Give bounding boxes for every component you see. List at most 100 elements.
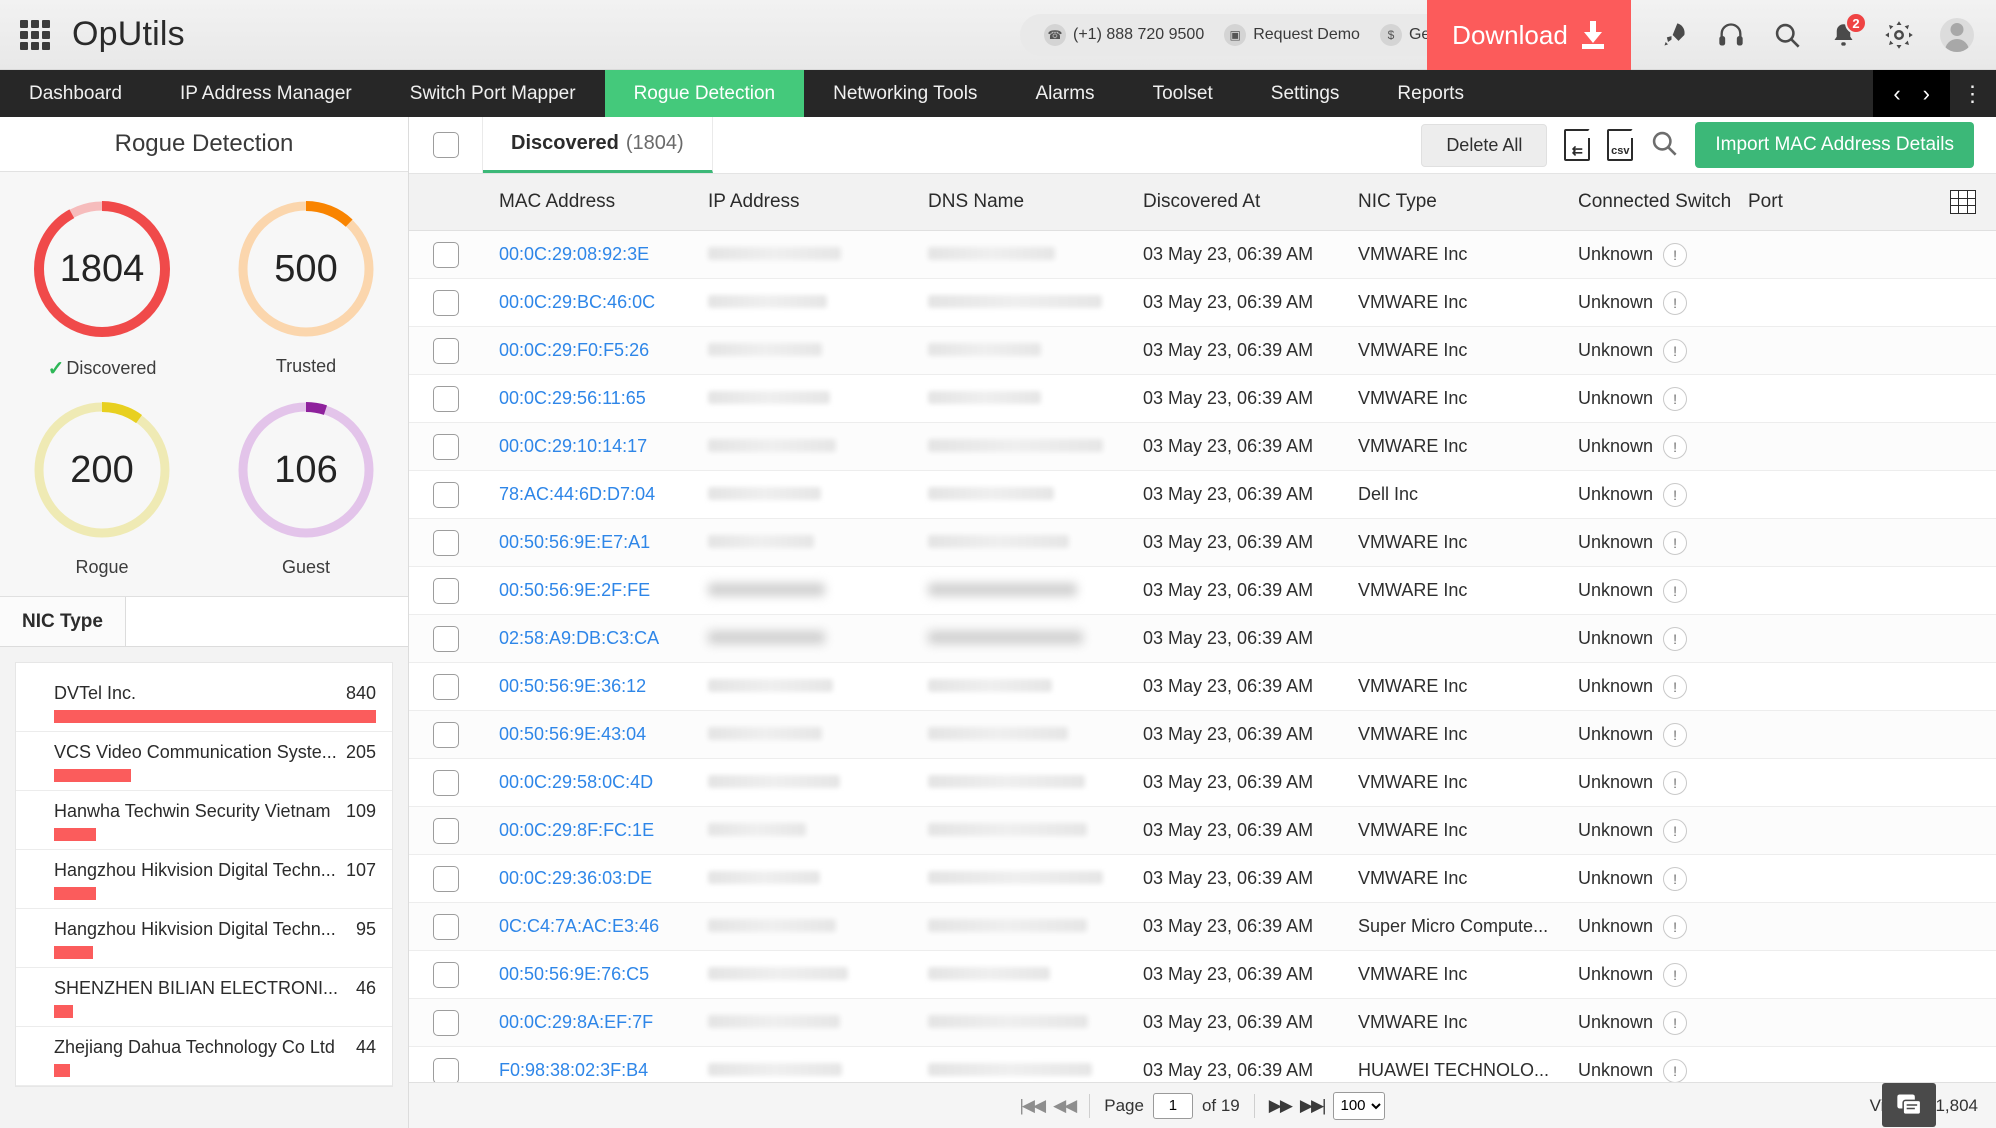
- table-row[interactable]: 78:AC:44:6D:D7:0403 May 23, 06:39 AMDell…: [409, 471, 1996, 519]
- cell-mac-address[interactable]: 00:50:56:9E:36:12: [483, 676, 698, 697]
- column-header-dns-name[interactable]: DNS Name: [918, 191, 1133, 213]
- tab-discovered[interactable]: Discovered (1804): [483, 117, 713, 173]
- nav-item-toolset[interactable]: Toolset: [1124, 70, 1242, 117]
- table-row[interactable]: 00:50:56:9E:43:0403 May 23, 06:39 AMVMWA…: [409, 711, 1996, 759]
- row-checkbox[interactable]: [433, 866, 459, 892]
- row-checkbox[interactable]: [433, 338, 459, 364]
- cell-mac-address[interactable]: 00:0C:29:56:11:65: [483, 388, 698, 409]
- donut-card-rogue[interactable]: 200Rogue: [0, 395, 204, 578]
- import-mac-address-details-button[interactable]: Import MAC Address Details: [1695, 122, 1974, 168]
- select-all-checkbox[interactable]: [433, 132, 459, 158]
- warning-icon[interactable]: !: [1663, 435, 1687, 459]
- nic-type-list-item[interactable]: Zhejiang Dahua Technology Co Ltd44: [16, 1027, 392, 1086]
- warning-icon[interactable]: !: [1663, 579, 1687, 603]
- cell-mac-address[interactable]: F0:98:38:02:3F:B4: [483, 1060, 698, 1081]
- nav-item-dashboard[interactable]: Dashboard: [0, 70, 151, 117]
- rocket-icon[interactable]: [1660, 20, 1690, 50]
- column-header-nic-type[interactable]: NIC Type: [1348, 191, 1568, 213]
- cell-mac-address[interactable]: 02:58:A9:DB:C3:CA: [483, 628, 698, 649]
- row-checkbox[interactable]: [433, 482, 459, 508]
- warning-icon[interactable]: !: [1663, 819, 1687, 843]
- nic-type-list-item[interactable]: DVTel Inc.840: [16, 663, 392, 732]
- row-checkbox[interactable]: [433, 818, 459, 844]
- nic-type-list-item[interactable]: Hangzhou Hikvision Digital Techn...107: [16, 850, 392, 909]
- warning-icon[interactable]: !: [1663, 915, 1687, 939]
- cell-mac-address[interactable]: 0C:C4:7A:AC:E3:46: [483, 916, 698, 937]
- table-row[interactable]: 00:0C:29:F0:F5:2603 May 23, 06:39 AMVMWA…: [409, 327, 1996, 375]
- warning-icon[interactable]: !: [1663, 627, 1687, 651]
- warning-icon[interactable]: !: [1663, 339, 1687, 363]
- request-demo[interactable]: ▣ Request Demo: [1218, 24, 1366, 46]
- table-row[interactable]: 00:0C:29:58:0C:4D03 May 23, 06:39 AMVMWA…: [409, 759, 1996, 807]
- donut-card-trusted[interactable]: 500Trusted: [204, 194, 408, 381]
- warning-icon[interactable]: !: [1663, 243, 1687, 267]
- warning-icon[interactable]: !: [1663, 963, 1687, 987]
- warning-icon[interactable]: !: [1663, 1059, 1687, 1083]
- cell-mac-address[interactable]: 00:0C:29:BC:46:0C: [483, 292, 698, 313]
- warning-icon[interactable]: !: [1663, 531, 1687, 555]
- warning-icon[interactable]: !: [1663, 1011, 1687, 1035]
- nic-type-list-item[interactable]: SHENZHEN BILIAN ELECTRONI...46: [16, 968, 392, 1027]
- warning-icon[interactable]: !: [1663, 291, 1687, 315]
- nav-item-alarms[interactable]: Alarms: [1006, 70, 1123, 117]
- cell-mac-address[interactable]: 00:0C:29:08:92:3E: [483, 244, 698, 265]
- cell-mac-address[interactable]: 00:0C:29:10:14:17: [483, 436, 698, 457]
- warning-icon[interactable]: !: [1663, 483, 1687, 507]
- nav-item-reports[interactable]: Reports: [1368, 70, 1493, 117]
- delete-all-button[interactable]: Delete All: [1421, 124, 1547, 167]
- row-checkbox[interactable]: [433, 626, 459, 652]
- table-row[interactable]: 00:50:56:9E:76:C503 May 23, 06:39 AMVMWA…: [409, 951, 1996, 999]
- nav-item-rogue-detection[interactable]: Rogue Detection: [605, 70, 805, 117]
- nav-item-ip-address-manager[interactable]: IP Address Manager: [151, 70, 381, 117]
- column-header-ip-address[interactable]: IP Address: [698, 191, 918, 213]
- search-icon[interactable]: [1772, 20, 1802, 50]
- table-row[interactable]: 02:58:A9:DB:C3:CA03 May 23, 06:39 AMUnkn…: [409, 615, 1996, 663]
- chat-icon[interactable]: [1882, 1083, 1936, 1127]
- nav-item-networking-tools[interactable]: Networking Tools: [804, 70, 1006, 117]
- cell-mac-address[interactable]: 00:0C:29:8A:EF:7F: [483, 1012, 698, 1033]
- column-chooser-icon[interactable]: [1950, 190, 1976, 214]
- cell-mac-address[interactable]: 00:0C:29:8F:FC:1E: [483, 820, 698, 841]
- row-checkbox[interactable]: [433, 722, 459, 748]
- row-checkbox[interactable]: [433, 914, 459, 940]
- cell-mac-address[interactable]: 00:50:56:9E:76:C5: [483, 964, 698, 985]
- cell-mac-address[interactable]: 00:50:56:9E:43:04: [483, 724, 698, 745]
- table-row[interactable]: 00:0C:29:BC:46:0C03 May 23, 06:39 AMVMWA…: [409, 279, 1996, 327]
- prev-page-icon[interactable]: ◀◀: [1053, 1096, 1075, 1116]
- table-row[interactable]: 00:0C:29:10:14:1703 May 23, 06:39 AMVMWA…: [409, 423, 1996, 471]
- column-header-discovered-at[interactable]: Discovered At: [1133, 191, 1348, 213]
- row-checkbox[interactable]: [433, 530, 459, 556]
- gear-icon[interactable]: [1884, 20, 1914, 50]
- row-checkbox[interactable]: [433, 1010, 459, 1036]
- last-page-icon[interactable]: ▶▶|: [1300, 1096, 1325, 1116]
- row-checkbox[interactable]: [433, 770, 459, 796]
- warning-icon[interactable]: !: [1663, 675, 1687, 699]
- table-row[interactable]: 00:0C:29:8A:EF:7F03 May 23, 06:39 AMVMWA…: [409, 999, 1996, 1047]
- warning-icon[interactable]: !: [1663, 387, 1687, 411]
- cell-mac-address[interactable]: 78:AC:44:6D:D7:04: [483, 484, 698, 505]
- table-row[interactable]: 00:50:56:9E:E7:A103 May 23, 06:39 AMVMWA…: [409, 519, 1996, 567]
- column-header-mac-address[interactable]: MAC Address: [483, 191, 698, 213]
- column-header-port[interactable]: Port: [1738, 191, 1950, 213]
- donut-card-discovered[interactable]: 1804✓Discovered: [0, 194, 204, 381]
- table-row[interactable]: F0:98:38:02:3F:B403 May 23, 06:39 AMHUAW…: [409, 1047, 1996, 1082]
- row-checkbox[interactable]: [433, 434, 459, 460]
- grid-apps-icon[interactable]: [20, 20, 50, 50]
- donut-card-guest[interactable]: 106Guest: [204, 395, 408, 578]
- table-row[interactable]: 00:0C:29:36:03:DE03 May 23, 06:39 AMVMWA…: [409, 855, 1996, 903]
- chevron-right-icon[interactable]: ›: [1917, 81, 1936, 107]
- row-checkbox[interactable]: [433, 578, 459, 604]
- nic-type-list-item[interactable]: Hanwha Techwin Security Vietnam109: [16, 791, 392, 850]
- first-page-icon[interactable]: |◀◀: [1020, 1096, 1045, 1116]
- nav-item-settings[interactable]: Settings: [1242, 70, 1369, 117]
- row-checkbox[interactable]: [433, 1058, 459, 1083]
- table-row[interactable]: 00:50:56:9E:36:1203 May 23, 06:39 AMVMWA…: [409, 663, 1996, 711]
- next-page-icon[interactable]: ▶▶: [1269, 1096, 1291, 1116]
- column-header-connected-switch[interactable]: Connected Switch: [1568, 191, 1738, 213]
- bell-icon[interactable]: 2: [1828, 20, 1858, 50]
- nav-item-switch-port-mapper[interactable]: Switch Port Mapper: [381, 70, 605, 117]
- headset-icon[interactable]: [1716, 20, 1746, 50]
- page-size-select[interactable]: 2550100200: [1333, 1092, 1385, 1120]
- cell-mac-address[interactable]: 00:0C:29:F0:F5:26: [483, 340, 698, 361]
- nic-type-list-item[interactable]: Hangzhou Hikvision Digital Techn...95: [16, 909, 392, 968]
